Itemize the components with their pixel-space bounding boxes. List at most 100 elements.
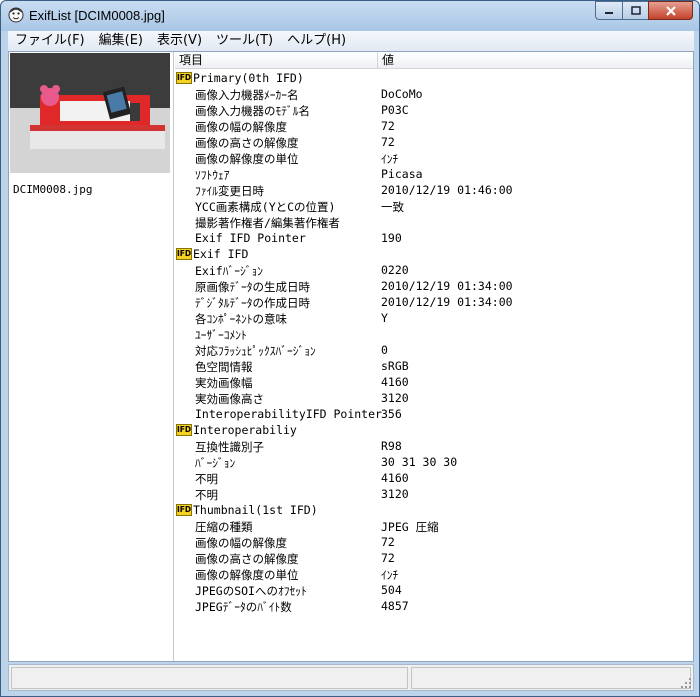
- minimize-icon: [605, 11, 613, 14]
- exif-key: 不明: [195, 488, 218, 502]
- exif-row[interactable]: 画像入力機器ﾒｰｶｰ名 DoCoMo: [175, 86, 693, 102]
- exif-key: YCC画素構成(YとCの位置): [195, 200, 336, 214]
- exif-row[interactable]: 不明 4160: [175, 470, 693, 486]
- exif-value: Y: [381, 311, 388, 325]
- exif-row[interactable]: 画像の高さの解像度 72: [175, 550, 693, 566]
- exif-row[interactable]: 画像の幅の解像度 72: [175, 118, 693, 134]
- exif-row[interactable]: ﾌｧｲﾙ変更日時 2010/12/19 01:46:00: [175, 182, 693, 198]
- exif-value: 190: [381, 231, 402, 245]
- ifd-group-row[interactable]: IFD Interoperabiliy: [175, 422, 693, 438]
- close-button[interactable]: [648, 1, 693, 20]
- column-header-value[interactable]: 値: [378, 53, 688, 68]
- ifd-group-row[interactable]: IFD Thumbnail(1st IFD): [175, 502, 693, 518]
- exif-key: 互換性識別子: [195, 440, 264, 454]
- exif-key: 実効画像高さ: [195, 392, 264, 406]
- exif-row[interactable]: 実効画像高さ 3120: [175, 390, 693, 406]
- exif-key: 対応ﾌﾗｯｼｭﾋﾟｯｸｽﾊﾞｰｼﾞｮﾝ: [195, 344, 316, 358]
- exif-value: 2010/12/19 01:34:00: [381, 279, 513, 293]
- exif-row[interactable]: 不明 3120: [175, 486, 693, 502]
- exif-key: ﾌｧｲﾙ変更日時: [195, 184, 264, 198]
- ifd-group-label: Interoperabiliy: [193, 423, 297, 437]
- exif-row[interactable]: InteroperabilityIFD Pointer 356: [175, 406, 693, 422]
- exif-key: ﾕｰｻﾞｰｺﾒﾝﾄ: [195, 328, 247, 342]
- exif-row[interactable]: ｿﾌﾄｳｪｱ Picasa: [175, 166, 693, 182]
- ifd-group-row[interactable]: IFD Primary(0th IFD): [175, 70, 693, 86]
- exif-value: 3120: [381, 487, 409, 501]
- exif-row[interactable]: JPEGのSOIへのｵﾌｾｯﾄ 504: [175, 582, 693, 598]
- ifd-group-row[interactable]: IFD Exif IFD: [175, 246, 693, 262]
- exif-value: R98: [381, 439, 402, 453]
- exif-key: 画像の解像度の単位: [195, 152, 299, 166]
- exif-row[interactable]: ﾃﾞｼﾞﾀﾙﾃﾞｰﾀの作成日時 2010/12/19 01:34:00: [175, 294, 693, 310]
- exif-value: 72: [381, 535, 395, 549]
- exif-row[interactable]: 色空間情報 sRGB: [175, 358, 693, 374]
- exif-value: 72: [381, 551, 395, 565]
- exif-value: 4160: [381, 471, 409, 485]
- exif-row[interactable]: 画像の解像度の単位 ｲﾝﾁ: [175, 566, 693, 582]
- exif-key: 画像入力機器ﾒｰｶｰ名: [195, 88, 299, 102]
- client-area: DCIM0008.jpg 項目 値 IFD Primary(0th IFD) 画像入…: [8, 51, 694, 662]
- status-bar: [8, 664, 694, 691]
- ifd-group-label: Thumbnail(1st IFD): [193, 503, 318, 517]
- menu-edit[interactable]: 編集(E): [92, 31, 150, 51]
- exif-key: 画像の幅の解像度: [195, 120, 287, 134]
- exif-row[interactable]: 圧縮の種類 JPEG 圧縮: [175, 518, 693, 534]
- exif-value: 356: [381, 407, 402, 421]
- exif-key: 画像の幅の解像度: [195, 536, 287, 550]
- menu-view[interactable]: 表示(V): [150, 31, 209, 51]
- exif-row[interactable]: 互換性識別子 R98: [175, 438, 693, 454]
- resize-grip-icon[interactable]: [680, 677, 692, 689]
- exif-value: 2010/12/19 01:34:00: [381, 295, 513, 309]
- window-title: ExifList [DCIM0008.jpg]: [29, 8, 165, 23]
- image-thumbnail[interactable]: [10, 53, 170, 173]
- exif-key: JPEGのSOIへのｵﾌｾｯﾄ: [195, 584, 307, 598]
- column-header-key[interactable]: 項目: [175, 53, 375, 68]
- exif-row[interactable]: 画像入力機器のﾓﾃﾞﾙ名 P03C: [175, 102, 693, 118]
- thumbnail-filename: DCIM0008.jpg: [13, 183, 93, 196]
- exif-key: 実効画像幅: [195, 376, 253, 390]
- list-header: 項目 値: [175, 52, 693, 69]
- exif-row[interactable]: ﾊﾞｰｼﾞｮﾝ 30 31 30 30: [175, 454, 693, 470]
- exif-value: ｲﾝﾁ: [381, 568, 399, 582]
- exif-key: 原画像ﾃﾞｰﾀの生成日時: [195, 280, 310, 294]
- preview-pane: DCIM0008.jpg: [9, 52, 174, 661]
- title-bar[interactable]: ExifList [DCIM0008.jpg]: [1, 1, 699, 31]
- exif-row[interactable]: 各ｺﾝﾎﾟｰﾈﾝﾄの意味 Y: [175, 310, 693, 326]
- exif-value: ｲﾝﾁ: [381, 152, 399, 166]
- exif-row[interactable]: ﾕｰｻﾞｰｺﾒﾝﾄ: [175, 326, 693, 342]
- menu-help[interactable]: ヘルプ(H): [280, 31, 353, 51]
- exif-value: 0220: [381, 263, 409, 277]
- menu-tools[interactable]: ツール(T): [209, 31, 280, 51]
- exif-key: 画像の解像度の単位: [195, 568, 299, 582]
- ifd-icon: IFD: [176, 248, 192, 260]
- exif-key: 圧縮の種類: [195, 520, 253, 534]
- exif-list-view[interactable]: 項目 値 IFD Primary(0th IFD) 画像入力機器ﾒｰｶｰ名 DoCoM…: [175, 52, 693, 661]
- exif-row[interactable]: Exifﾊﾞｰｼﾞｮﾝ 0220: [175, 262, 693, 278]
- exif-row[interactable]: JPEGﾃﾞｰﾀのﾊﾞｲﾄ数 4857: [175, 598, 693, 614]
- exif-row[interactable]: 撮影著作権者/編集著作権者: [175, 214, 693, 230]
- app-face-icon: [8, 7, 24, 23]
- exif-key: 画像の高さの解像度: [195, 552, 299, 566]
- exif-key: Exifﾊﾞｰｼﾞｮﾝ: [195, 264, 263, 278]
- window-controls: [595, 1, 693, 21]
- exif-key: ﾊﾞｰｼﾞｮﾝ: [195, 456, 236, 470]
- exif-row[interactable]: 画像の幅の解像度 72: [175, 534, 693, 550]
- exif-key: 不明: [195, 472, 218, 486]
- exif-row[interactable]: 画像の高さの解像度 72: [175, 134, 693, 150]
- exif-row[interactable]: Exif IFD Pointer 190: [175, 230, 693, 246]
- exif-value: 2010/12/19 01:46:00: [381, 183, 513, 197]
- exif-row[interactable]: 原画像ﾃﾞｰﾀの生成日時 2010/12/19 01:34:00: [175, 278, 693, 294]
- exif-row[interactable]: 実効画像幅 4160: [175, 374, 693, 390]
- app-window: ExifList [DCIM0008.jpg] ファイル(F) 編集(E) 表示…: [0, 0, 700, 697]
- minimize-button[interactable]: [595, 1, 622, 20]
- maximize-button[interactable]: [622, 1, 648, 20]
- exif-value: 504: [381, 583, 402, 597]
- exif-row[interactable]: YCC画素構成(YとCの位置) 一致: [175, 198, 693, 214]
- exif-row[interactable]: 画像の解像度の単位 ｲﾝﾁ: [175, 150, 693, 166]
- exif-value: Picasa: [381, 167, 423, 181]
- exif-value: P03C: [381, 103, 409, 117]
- exif-row[interactable]: 対応ﾌﾗｯｼｭﾋﾟｯｸｽﾊﾞｰｼﾞｮﾝ 0: [175, 342, 693, 358]
- status-pane-right: [411, 667, 691, 689]
- ifd-group-label: Exif IFD: [193, 247, 249, 261]
- menu-file[interactable]: ファイル(F): [8, 31, 92, 51]
